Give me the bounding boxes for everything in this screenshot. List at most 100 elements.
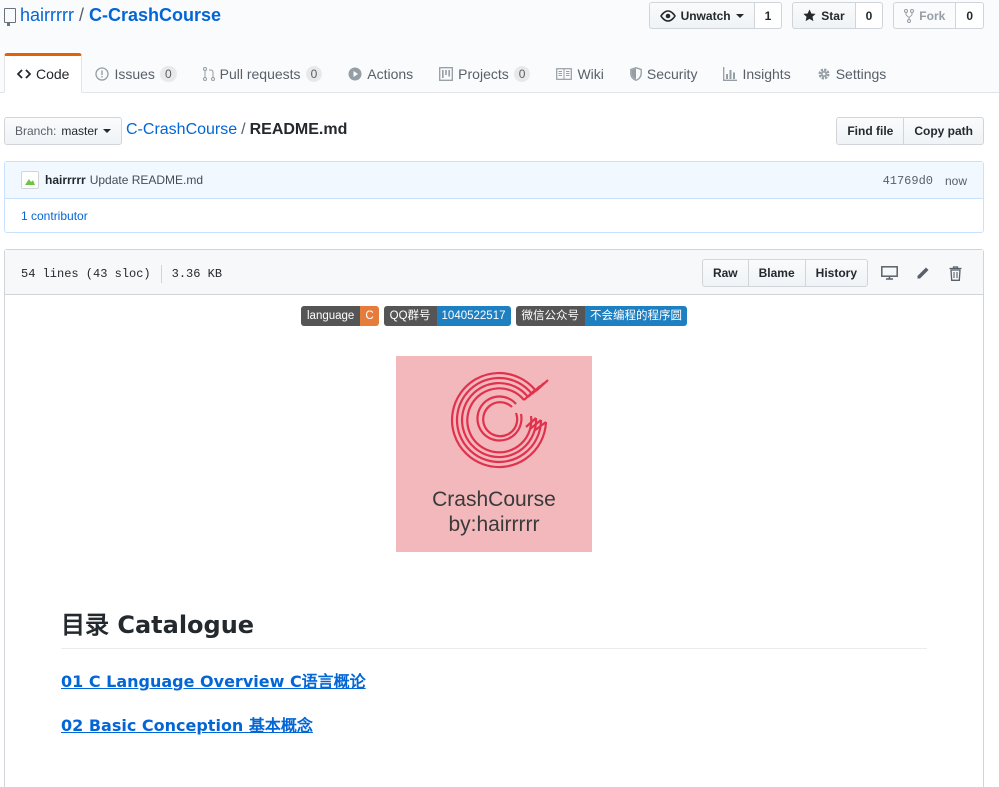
file-actions: Raw Blame History	[701, 259, 967, 287]
tab-wiki[interactable]: Wiki	[543, 53, 616, 93]
tab-label: Projects	[458, 66, 509, 82]
trash-icon	[949, 265, 961, 281]
raw-button[interactable]: Raw	[701, 259, 749, 287]
wechat-badge[interactable]: 微信公众号 不会编程的程序圆	[515, 306, 687, 326]
issues-counter: 0	[159, 66, 177, 82]
repo-actions: Unwatch 1 Star 0 Fork 0	[648, 2, 984, 29]
desktop-icon	[880, 266, 898, 280]
fork-button[interactable]: Fork	[893, 2, 957, 29]
star-label: Star	[821, 8, 845, 23]
tab-projects[interactable]: Projects 0	[426, 53, 543, 93]
tab-label: Code	[36, 66, 70, 82]
tab-code[interactable]: Code	[4, 53, 83, 93]
graph-icon	[723, 67, 738, 81]
logo-title: CrashCourse	[432, 488, 556, 511]
tab-pull-requests[interactable]: Pull requests 0	[190, 53, 336, 93]
breadcrumb-repo-link[interactable]: C-CrashCourse	[126, 121, 237, 138]
commit-sha[interactable]: 41769d0	[883, 174, 933, 188]
watchers-count[interactable]: 1	[754, 2, 783, 29]
badge-label: 微信公众号	[515, 306, 585, 326]
file-lines: 54 lines (43 sloc)	[21, 267, 151, 281]
toc-link-02[interactable]: 02 Basic Conception 基本概念	[61, 712, 313, 736]
unwatch-button[interactable]: Unwatch	[648, 2, 755, 29]
tab-label: Issues	[114, 66, 155, 82]
tab-actions[interactable]: Actions	[335, 53, 426, 93]
toc-link-01[interactable]: 01 C Language Overview C语言概论	[61, 668, 366, 692]
tab-label: Wiki	[577, 66, 604, 82]
issue-icon	[95, 67, 110, 81]
language-badge[interactable]: language C	[301, 306, 379, 326]
tab-label: Actions	[367, 66, 414, 82]
forks-count[interactable]: 0	[956, 2, 984, 29]
fork-button-group: Fork 0	[893, 2, 984, 29]
logo-subtitle: by:hairrrrr	[448, 513, 540, 536]
c-logo-mark	[451, 372, 549, 469]
unwatch-label: Unwatch	[680, 8, 731, 23]
path-separator: /	[79, 4, 85, 25]
pull-requests-counter: 0	[305, 66, 323, 82]
contributors-link[interactable]: 1 contributor	[5, 199, 983, 232]
badge-label: language	[301, 306, 361, 326]
commit-meta: 41769d0 now	[883, 174, 967, 188]
repo-header: hairrrrr / C-CrashCourse Unwatch 1 Star …	[0, 0, 999, 93]
file-info: 54 lines (43 sloc) 3.36 KB	[21, 265, 222, 283]
badge-value: C	[360, 306, 379, 326]
fork-icon	[904, 8, 915, 23]
badge-label: QQ群号	[383, 306, 437, 326]
crashcourse-logo[interactable]: CrashCourse by:hairrrrr	[396, 356, 592, 552]
gear-icon	[818, 68, 830, 80]
tab-security[interactable]: Security	[617, 53, 711, 93]
file-box: 54 lines (43 sloc) 3.36 KB Raw Blame His…	[4, 249, 984, 787]
breadcrumb-file: README.md	[249, 121, 348, 138]
repo-icon	[4, 7, 16, 26]
badge-value: 1040522517	[436, 306, 511, 326]
branch-name: master	[61, 124, 99, 138]
badge-value: 不会编程的程序圆	[585, 306, 687, 326]
history-button[interactable]: History	[804, 259, 868, 287]
file-header: 54 lines (43 sloc) 3.36 KB Raw Blame His…	[5, 250, 983, 295]
tab-issues[interactable]: Issues 0	[82, 53, 189, 93]
file-size: 3.36 KB	[171, 267, 223, 281]
pencil-icon	[917, 267, 928, 278]
pull-request-icon	[202, 67, 215, 81]
shield-icon	[630, 67, 642, 81]
file-navigation: Branch: master C-CrashCourse / README.md F…	[4, 117, 984, 145]
divider	[160, 265, 162, 283]
tab-label: Insights	[742, 66, 791, 82]
find-file-button[interactable]: Find file	[836, 117, 905, 145]
commit-message[interactable]: Update README.md	[90, 173, 203, 187]
chevron-down-icon	[103, 129, 112, 133]
commit-time: now	[944, 174, 967, 188]
avatar[interactable]	[21, 171, 39, 189]
repo-name-link[interactable]: C-CrashCourse	[89, 5, 221, 26]
tab-insights[interactable]: Insights	[710, 53, 803, 93]
branch-prefix: Branch:	[15, 124, 57, 138]
copy-path-button[interactable]: Copy path	[904, 117, 984, 145]
chevron-down-icon	[735, 13, 744, 18]
commit-author[interactable]: hairrrrr	[45, 173, 86, 187]
star-icon	[803, 9, 816, 22]
breadcrumb: C-CrashCourse / README.md	[126, 121, 347, 139]
play-icon	[348, 67, 362, 81]
code-icon	[17, 69, 31, 79]
book-icon	[556, 68, 573, 80]
qq-badge[interactable]: QQ群号 1040522517	[383, 306, 511, 326]
tab-settings[interactable]: Settings	[804, 53, 900, 93]
watch-button-group: Unwatch 1	[648, 2, 783, 29]
commit-tease: hairrrrr Update README.md 41769d0 now	[5, 162, 983, 199]
delete-button[interactable]	[943, 259, 967, 287]
blame-button[interactable]: Blame	[747, 259, 806, 287]
star-button[interactable]: Star	[792, 2, 856, 29]
desktop-button[interactable]	[877, 259, 901, 287]
tab-label: Pull requests	[219, 66, 301, 82]
badges: language C QQ群号 1040522517 微信公众号 不会编程的程序…	[5, 306, 983, 326]
fork-label: Fork	[919, 8, 946, 23]
edit-button[interactable]	[910, 259, 934, 287]
stargazers-count[interactable]: 0	[855, 2, 884, 29]
projects-counter: 0	[513, 66, 531, 82]
repo-owner-link[interactable]: hairrrrr	[20, 5, 74, 26]
catalogue-heading: 目录 Catalogue	[61, 605, 927, 649]
branch-selector[interactable]: Branch: master	[4, 117, 123, 145]
commit-box: hairrrrr Update README.md 41769d0 now 1 …	[4, 161, 984, 233]
project-icon	[439, 67, 454, 81]
